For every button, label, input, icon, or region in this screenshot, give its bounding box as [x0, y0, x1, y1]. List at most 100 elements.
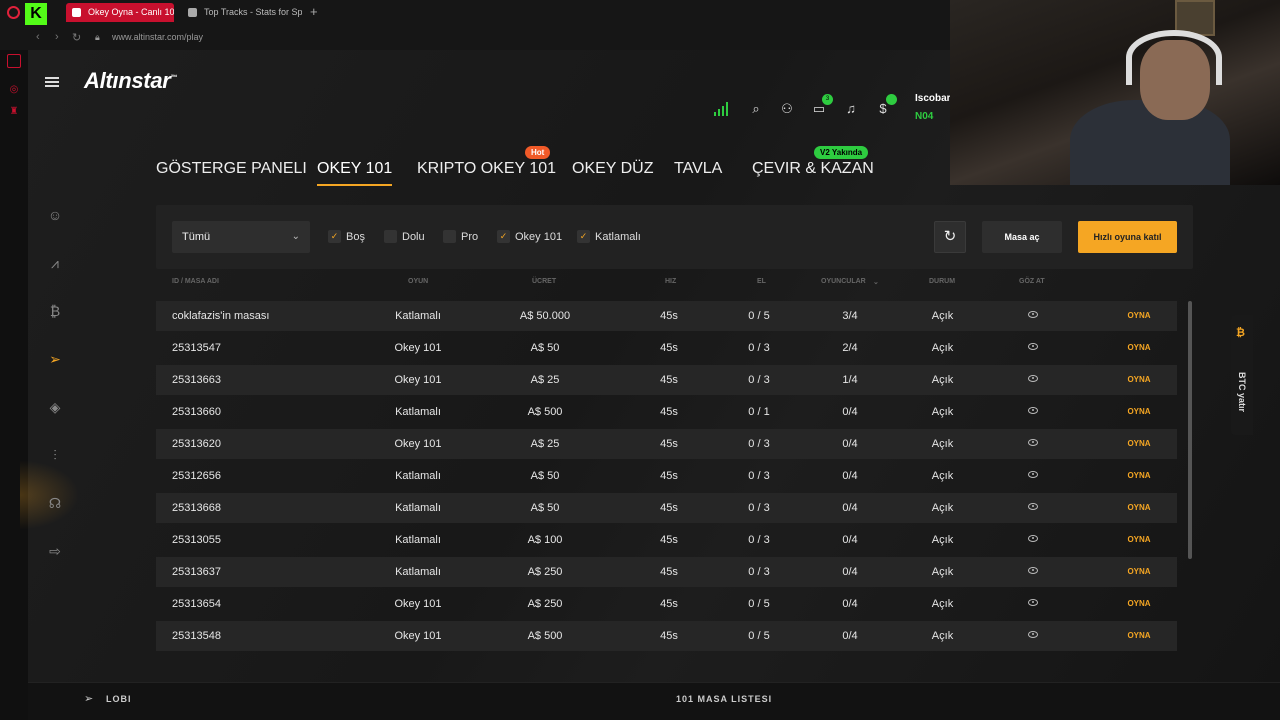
table-row[interactable]: 25313548 Okey 101 A$ 500 45s 0 / 5 0/4 Açık OYN… — [156, 621, 1177, 651]
stats-icon[interactable]: ⩘ — [45, 253, 65, 273]
navigate-icon[interactable]: ➢ — [45, 349, 65, 369]
chat-icon[interactable]: ▭ 3 — [810, 94, 833, 118]
table-row[interactable]: 25313660 Katlamalı A$ 500 45s 0 / 1 0/4 Açık OY… — [156, 397, 1177, 427]
table-row[interactable]: 25313637 Katlamalı A$ 250 45s 0 / 3 0/4 Açık OY… — [156, 557, 1177, 587]
url-field[interactable]: www.altinstar.com/play — [112, 32, 203, 42]
table-row[interactable]: 25313654 Okey 101 A$ 250 45s 0 / 5 0/4 Açık OYN… — [156, 589, 1177, 619]
col-durum[interactable]: DURUM — [929, 278, 955, 285]
col-ucret[interactable]: ÜCRET — [532, 278, 556, 285]
home-icon[interactable] — [7, 54, 21, 68]
logo[interactable]: Altınstar™ — [84, 68, 178, 94]
opera-logo-icon[interactable] — [7, 6, 20, 19]
quick-join-button[interactable]: Hızlı oyuna katıl — [1078, 221, 1177, 253]
tab-cevir-kazan[interactable]: ÇEVIR & KAZAN V2 Yakında — [752, 146, 874, 178]
support-icon[interactable]: ☊ — [45, 493, 65, 513]
play-button[interactable]: OYNA — [1124, 493, 1154, 523]
browser-tab-okey[interactable]: Okey Oyna - Canlı 101 Ok — [66, 3, 174, 22]
kick-logo-icon[interactable]: K — [25, 3, 47, 25]
reload-icon[interactable]: ↻ — [72, 31, 81, 44]
play-button[interactable]: OYNA — [1124, 397, 1154, 427]
play-button[interactable]: OYNA — [1124, 557, 1154, 587]
tab-dashboard[interactable]: GÖSTERGE PANELI — [156, 160, 307, 178]
tab-tavla[interactable]: TAVLA — [674, 160, 722, 178]
create-table-button[interactable]: Masa aç — [982, 221, 1062, 253]
profile-icon[interactable]: ☺ — [45, 205, 65, 225]
eye-icon[interactable] — [1028, 311, 1038, 318]
cell-hand: 0 / 5 — [748, 598, 770, 610]
cell-hand: 0 / 3 — [748, 438, 770, 450]
menu-icon[interactable] — [45, 77, 59, 87]
logout-icon[interactable]: ⇨ — [45, 541, 65, 561]
cell-hand: 0 / 5 — [748, 310, 770, 322]
eye-icon[interactable] — [1028, 535, 1038, 542]
friends-icon[interactable]: ⚇ — [778, 100, 796, 118]
play-button[interactable]: OYNA — [1124, 589, 1154, 619]
eye-icon[interactable] — [1028, 631, 1038, 638]
cell-status: Açık — [931, 598, 954, 610]
settings-sliders-icon[interactable]: ⫶ — [45, 445, 65, 465]
search-icon[interactable]: ⌕ — [747, 100, 765, 118]
bitcoin-icon[interactable]: ₿ — [45, 301, 65, 321]
player-icon[interactable]: ♜ — [7, 106, 21, 120]
col-oyuncular[interactable]: OYUNCULAR — [821, 278, 866, 285]
play-button[interactable]: OYNA — [1124, 365, 1154, 395]
lobby-link[interactable]: LOBI — [106, 694, 132, 704]
forward-icon[interactable]: › — [55, 31, 59, 43]
col-hiz[interactable]: HIZ — [665, 278, 676, 285]
col-goz-at[interactable]: GÖZ AT — [1019, 278, 1045, 285]
eye-icon[interactable] — [1028, 599, 1038, 606]
music-icon[interactable]: ♫ — [842, 100, 860, 118]
btc-deposit-tab[interactable]: ₿ BTC yatır — [1231, 315, 1253, 435]
tab-kripto-okey[interactable]: KRIPTO OKEY 101 Hot — [417, 146, 556, 178]
table-row[interactable]: 25312656 Katlamalı A$ 50 45s 0 / 3 0/4 Açık OYN… — [156, 461, 1177, 491]
select-value: Tümü — [182, 231, 211, 243]
sort-icon[interactable]: ⌄ — [873, 278, 879, 286]
eye-icon[interactable] — [1028, 375, 1038, 382]
eye-icon[interactable] — [1028, 503, 1038, 510]
new-tab-button[interactable]: + — [310, 4, 318, 19]
col-oyun[interactable]: OYUN — [408, 278, 428, 285]
table-row[interactable]: 25313055 Katlamalı A$ 100 45s 0 / 3 0/4 Açık OY… — [156, 525, 1177, 555]
filter-katlamali[interactable]: ✓ Katlamalı — [577, 230, 641, 244]
tab-okey-101[interactable]: OKEY 101 — [317, 160, 393, 186]
messenger-icon[interactable]: ◎ — [7, 84, 21, 98]
table-row[interactable]: 25313547 Okey 101 A$ 50 45s 0 / 3 2/4 Açık OYNA — [156, 333, 1177, 363]
play-button[interactable]: OYNA — [1124, 429, 1154, 459]
filter-bos[interactable]: ✓ Boş — [328, 230, 365, 244]
tag-icon[interactable]: ◈ — [45, 397, 65, 417]
cell-status: Açık — [931, 470, 954, 482]
filter-panel: Tümü ⌄ ✓ Boş Dolu Pro ✓ Okey 101 ✓ Katlamal… — [156, 205, 1193, 269]
cell-table-id: 25313055 — [172, 534, 221, 546]
cell-speed: 45s — [660, 406, 678, 418]
eye-icon[interactable] — [1028, 567, 1038, 574]
eye-icon[interactable] — [1028, 343, 1038, 350]
back-icon[interactable]: ‹ — [36, 31, 40, 43]
browser-tab-tracks[interactable]: Top Tracks - Stats for Sp — [182, 3, 302, 22]
play-button[interactable]: OYNA — [1124, 461, 1154, 491]
filter-dolu[interactable]: Dolu — [384, 230, 425, 244]
filter-pro[interactable]: Pro — [443, 230, 478, 244]
tab-okey-duz[interactable]: OKEY DÜZ — [572, 160, 654, 178]
user-name[interactable]: Iscobar — [915, 93, 951, 104]
play-button[interactable]: OYNA — [1124, 525, 1154, 555]
play-button[interactable]: OYNA — [1124, 621, 1154, 651]
refresh-button[interactable]: ↻ — [934, 221, 966, 253]
col-id[interactable]: ID / MASA ADI — [172, 278, 219, 285]
table-row[interactable]: coklafazis'in masası Katlamalı A$ 50.000 45… — [156, 301, 1177, 331]
eye-icon[interactable] — [1028, 471, 1038, 478]
table-row[interactable]: 25313620 Okey 101 A$ 25 45s 0 / 3 0/4 Açık OYNA — [156, 429, 1177, 459]
table-row[interactable]: 25313668 Katlamalı A$ 50 45s 0 / 3 0/4 Açık OYN… — [156, 493, 1177, 523]
cell-status: Açık — [931, 374, 954, 386]
col-el[interactable]: EL — [757, 278, 766, 285]
play-button[interactable]: OYNA — [1124, 301, 1154, 331]
eye-icon[interactable] — [1028, 407, 1038, 414]
eye-icon[interactable] — [1028, 439, 1038, 446]
footer-bar: ➢ LOBI 101 MASA LISTESI — [28, 682, 1280, 720]
cell-table-id: 25313637 — [172, 566, 221, 578]
game-filter-select[interactable]: Tümü ⌄ — [172, 221, 310, 253]
wallet-icon[interactable]: $ — [874, 94, 897, 118]
table-scrollbar[interactable] — [1188, 301, 1192, 559]
play-button[interactable]: OYNA — [1124, 333, 1154, 363]
filter-okey-101[interactable]: ✓ Okey 101 — [497, 230, 562, 244]
table-row[interactable]: 25313663 Okey 101 A$ 25 45s 0 / 3 1/4 Açık OYNA — [156, 365, 1177, 395]
